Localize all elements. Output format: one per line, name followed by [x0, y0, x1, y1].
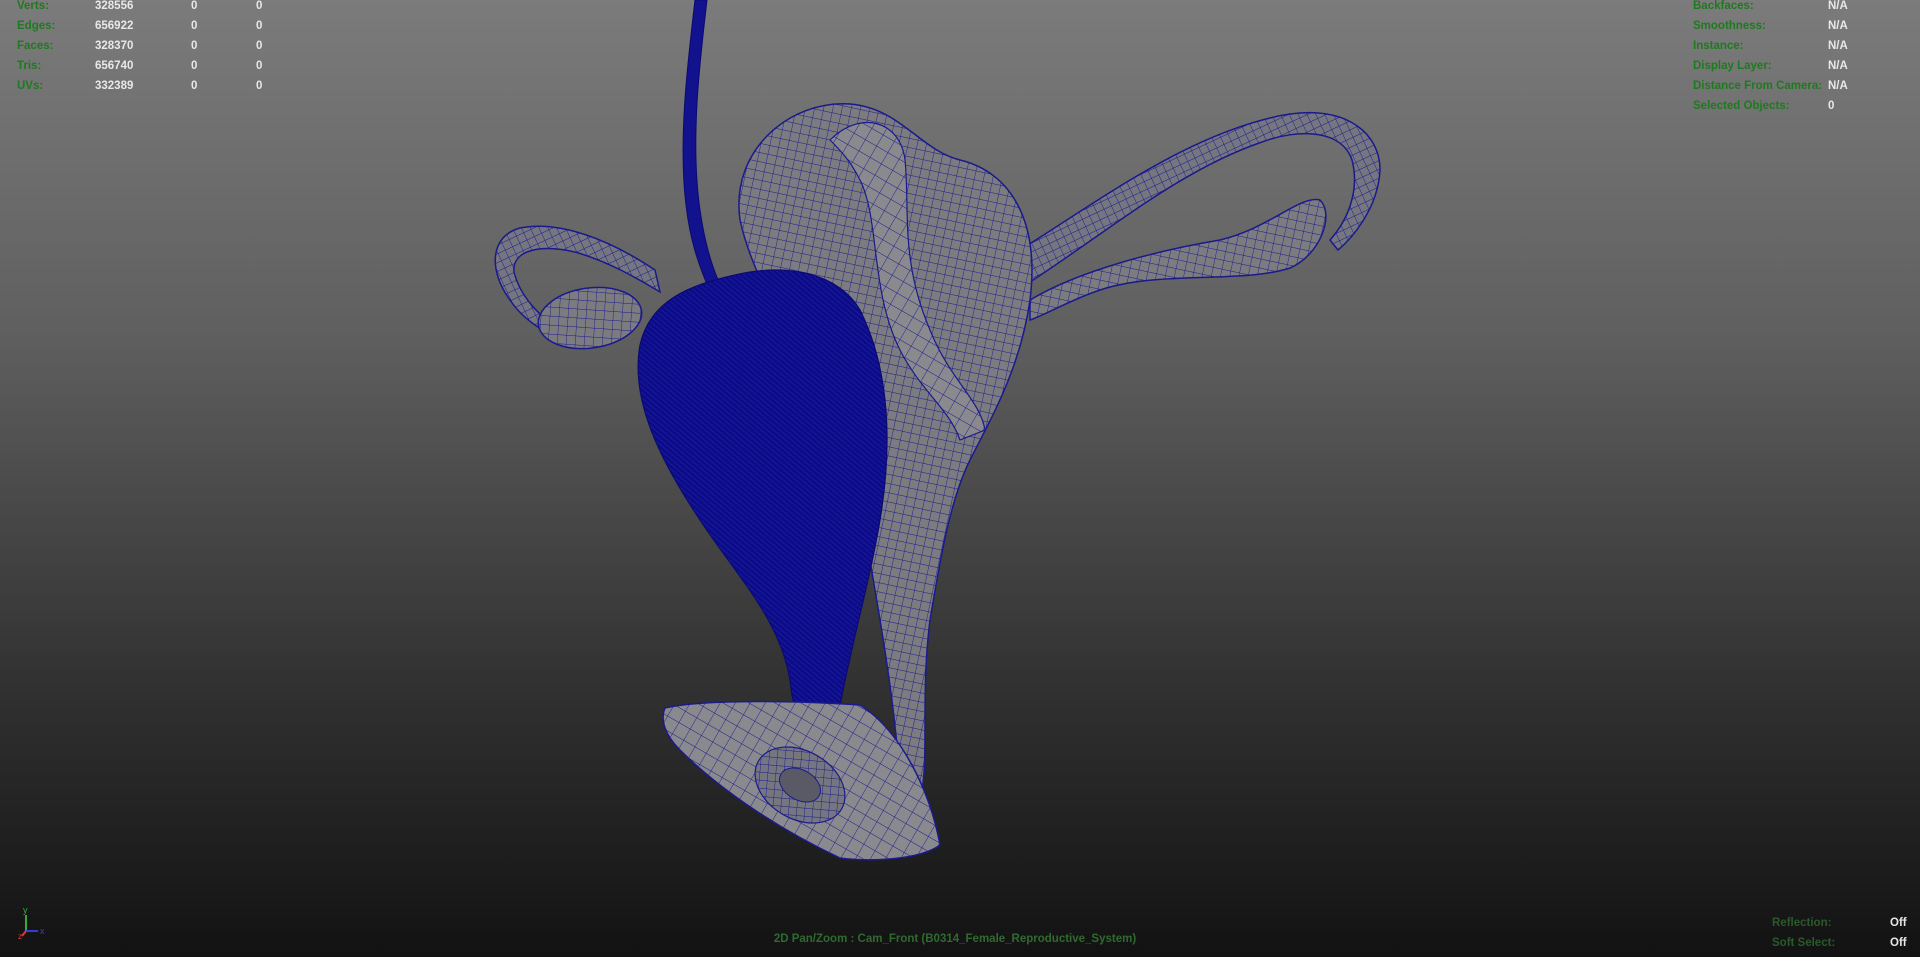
object-info-panel: Backfaces: N/A Smoothness: N/A Instance:… [1693, 0, 1848, 116]
stats-row-edges: Edges: 656922 0 0 [17, 16, 262, 36]
stats-row-faces: Faces: 328370 0 0 [17, 36, 262, 56]
stats-row-tris: Tris: 656740 0 0 [17, 56, 262, 76]
stats-value: 0 [256, 40, 263, 52]
stats-value: 656922 [95, 20, 134, 32]
camera-name-label: 2D Pan/Zoom : Cam_Front (B0314_Female_Re… [773, 933, 1137, 945]
info-row-display-layer: Display Layer: N/A [1693, 56, 1848, 76]
stats-value: 0 [191, 0, 198, 12]
info-value: N/A [1828, 80, 1848, 92]
stats-value: 328370 [95, 40, 134, 52]
info-label: Backfaces: [1693, 0, 1754, 12]
info-value: 0 [1828, 100, 1835, 112]
info-row-instance: Instance: N/A [1693, 36, 1848, 56]
stats-value: 332389 [95, 80, 134, 92]
round-ligament-mesh [682, 0, 719, 283]
stats-value: 656740 [95, 60, 134, 72]
scene-stats-panel: Verts: 328556 0 0 Edges: 656922 0 0 Face… [17, 0, 262, 96]
stats-value: 0 [256, 60, 263, 72]
info-label: Smoothness: [1693, 20, 1766, 32]
stats-value: 0 [191, 40, 198, 52]
info-value: N/A [1828, 0, 1848, 12]
info-row-smoothness: Smoothness: N/A [1693, 16, 1848, 36]
stats-row-uvs: UVs: 332389 0 0 [17, 76, 262, 96]
info-label: Instance: [1693, 40, 1744, 52]
info-row-backfaces: Backfaces: N/A [1693, 0, 1848, 16]
stats-label: Tris: [17, 60, 42, 72]
stats-value: 0 [256, 0, 263, 12]
info-value: N/A [1828, 40, 1848, 52]
info-value: N/A [1828, 60, 1848, 72]
stats-label: Faces: [17, 40, 54, 52]
left-ovary-mesh [537, 286, 643, 350]
anatomy-mesh-model[interactable] [494, 0, 1381, 861]
view-axis-gizmo-icon: y x z [18, 905, 45, 939]
viewport-3d-canvas[interactable] [0, 0, 1920, 957]
stats-value: 328556 [95, 0, 134, 12]
stats-value: 0 [256, 20, 263, 32]
setting-label: Reflection: [1772, 917, 1832, 929]
stats-value: 0 [256, 80, 263, 92]
stats-label: UVs: [17, 80, 44, 92]
info-label: Display Layer: [1693, 60, 1772, 72]
stats-label: Verts: [17, 0, 49, 12]
axis-z-line [21, 930, 27, 937]
info-row-distance-from-camera: Distance From Camera: N/A [1693, 76, 1848, 96]
axis-z-label: z [18, 932, 22, 939]
stats-value: 0 [191, 20, 198, 32]
setting-row-reflection: Reflection: Off [1772, 913, 1907, 933]
info-label: Selected Objects: [1693, 100, 1790, 112]
stats-value: 0 [191, 80, 198, 92]
info-value: N/A [1828, 20, 1848, 32]
stats-value: 0 [191, 60, 198, 72]
info-row-selected-objects: Selected Objects: 0 [1693, 96, 1834, 116]
stats-label: Edges: [17, 20, 56, 32]
stats-row-verts: Verts: 328556 0 0 [17, 0, 262, 16]
axis-x-label: x [40, 926, 45, 936]
info-label: Distance From Camera: [1693, 80, 1823, 92]
setting-value: Off [1890, 917, 1907, 929]
axis-y-label: y [23, 905, 28, 915]
bladder-mesh [637, 269, 888, 713]
